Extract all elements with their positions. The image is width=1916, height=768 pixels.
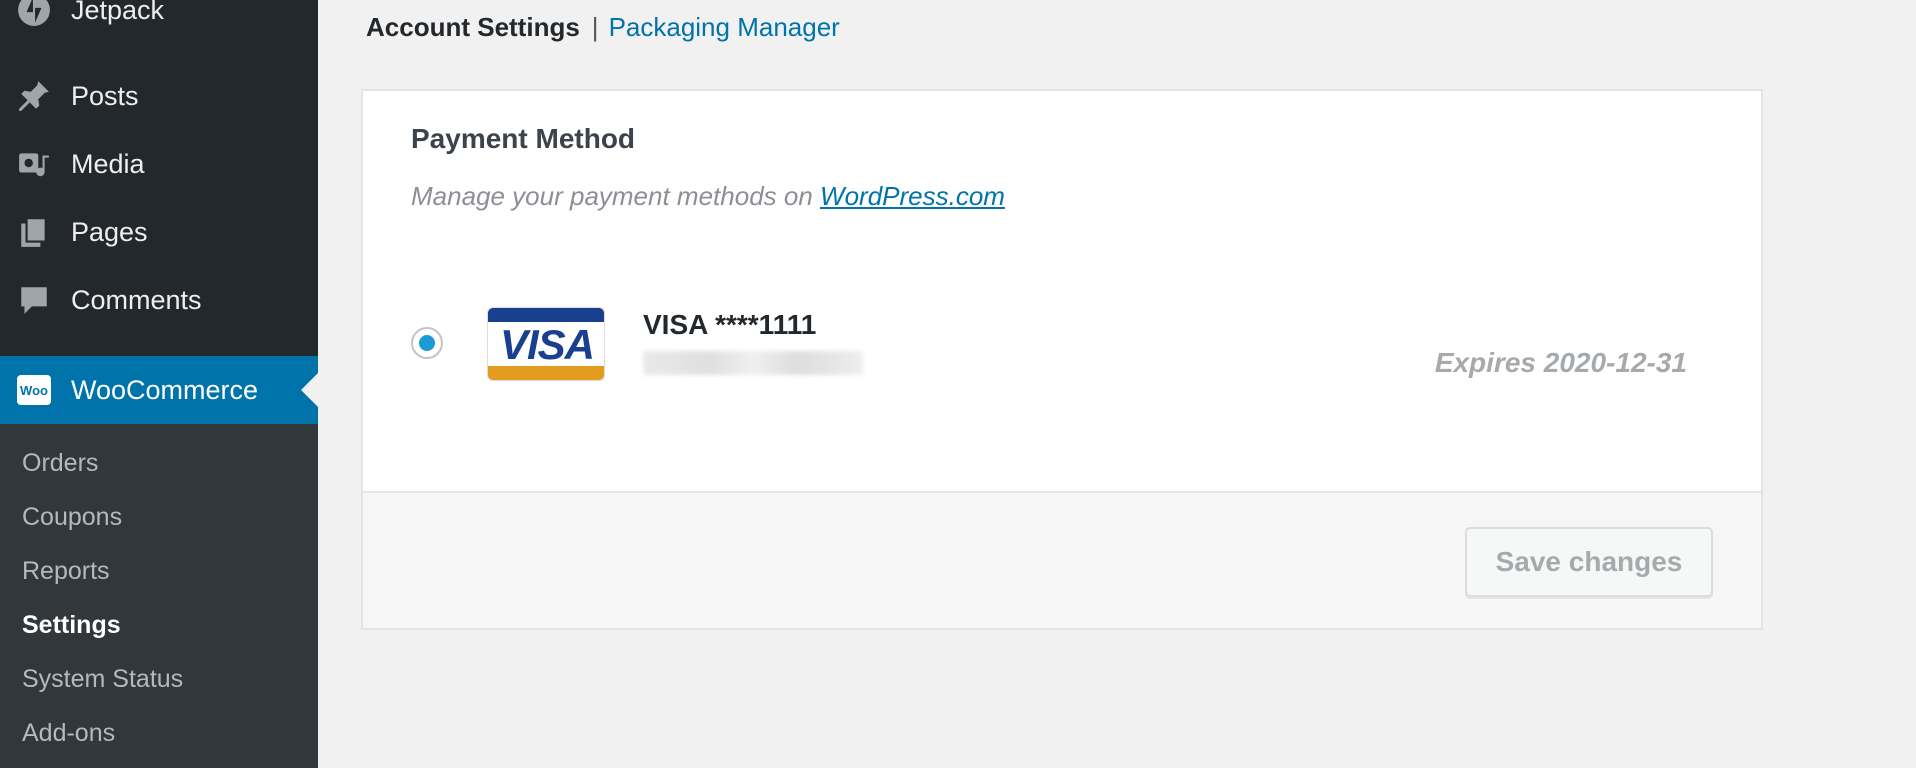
settings-tabs: Account Settings | Packaging Manager <box>366 12 840 43</box>
card-number-label: VISA ****1111 <box>643 309 817 340</box>
menu-item-label: Pages <box>71 216 148 247</box>
save-changes-button[interactable]: Save changes <box>1465 527 1713 597</box>
section-description: Manage your payment methods on WordPress… <box>411 181 1005 212</box>
submenu-coupons[interactable]: Coupons <box>22 503 122 532</box>
visa-logo-wordmark: VISA <box>499 321 595 368</box>
submenu-reports[interactable]: Reports <box>22 557 110 586</box>
menu-item-woocommerce[interactable]: Woo WooCommerce <box>0 356 318 424</box>
menu-item-media[interactable]: Media <box>0 130 318 198</box>
menu-item-label: WooCommerce <box>71 374 259 405</box>
payment-method-card: Payment Method Manage your payment metho… <box>361 89 1763 630</box>
menu-item-posts[interactable]: Posts <box>0 62 318 130</box>
card-holder-redacted <box>643 351 863 375</box>
visa-logo-top-band <box>488 308 604 322</box>
menu-item-label: Media <box>71 148 145 179</box>
card-footer: Save changes <box>363 491 1761 628</box>
submenu-orders[interactable]: Orders <box>22 449 98 478</box>
card-expiry: Expires 2020-12-31 <box>1434 347 1687 378</box>
pin-icon <box>17 79 51 113</box>
submenu-add-ons[interactable]: Add-ons <box>22 719 115 748</box>
submenu-settings[interactable]: Settings <box>22 611 121 640</box>
tab-account-settings[interactable]: Account Settings <box>366 12 580 43</box>
woo-icon-text: Woo <box>17 375 51 405</box>
jetpack-icon <box>17 0 51 27</box>
visa-card-logo: VISA <box>487 307 605 381</box>
description-text: Manage your payment methods on <box>411 181 821 211</box>
admin-sidebar: Jetpack Posts Media Pages Comments Woo W… <box>0 0 318 768</box>
menu-item-comments[interactable]: Comments <box>0 266 318 334</box>
tab-separator: | <box>591 12 599 42</box>
pages-icon <box>17 215 51 249</box>
woocommerce-submenu: Orders Coupons Reports Settings System S… <box>0 424 318 768</box>
menu-item-label: Comments <box>71 284 202 315</box>
section-title: Payment Method <box>411 123 636 154</box>
visa-logo-bottom-band <box>488 366 604 380</box>
menu-item-jetpack[interactable]: Jetpack <box>0 0 318 44</box>
payment-method-radio[interactable] <box>411 327 443 359</box>
wordpress-com-link[interactable]: WordPress.com <box>820 181 1005 211</box>
menu-item-label: Jetpack <box>71 0 165 25</box>
comment-icon <box>17 283 51 317</box>
tab-packaging-manager[interactable]: Packaging Manager <box>609 12 840 43</box>
media-icon <box>17 147 51 181</box>
radio-selected-dot <box>419 335 435 351</box>
menu-item-pages[interactable]: Pages <box>0 198 318 266</box>
submenu-system-status[interactable]: System Status <box>22 665 183 694</box>
menu-item-label: Posts <box>71 80 139 111</box>
woo-icon: Woo <box>17 373 51 407</box>
